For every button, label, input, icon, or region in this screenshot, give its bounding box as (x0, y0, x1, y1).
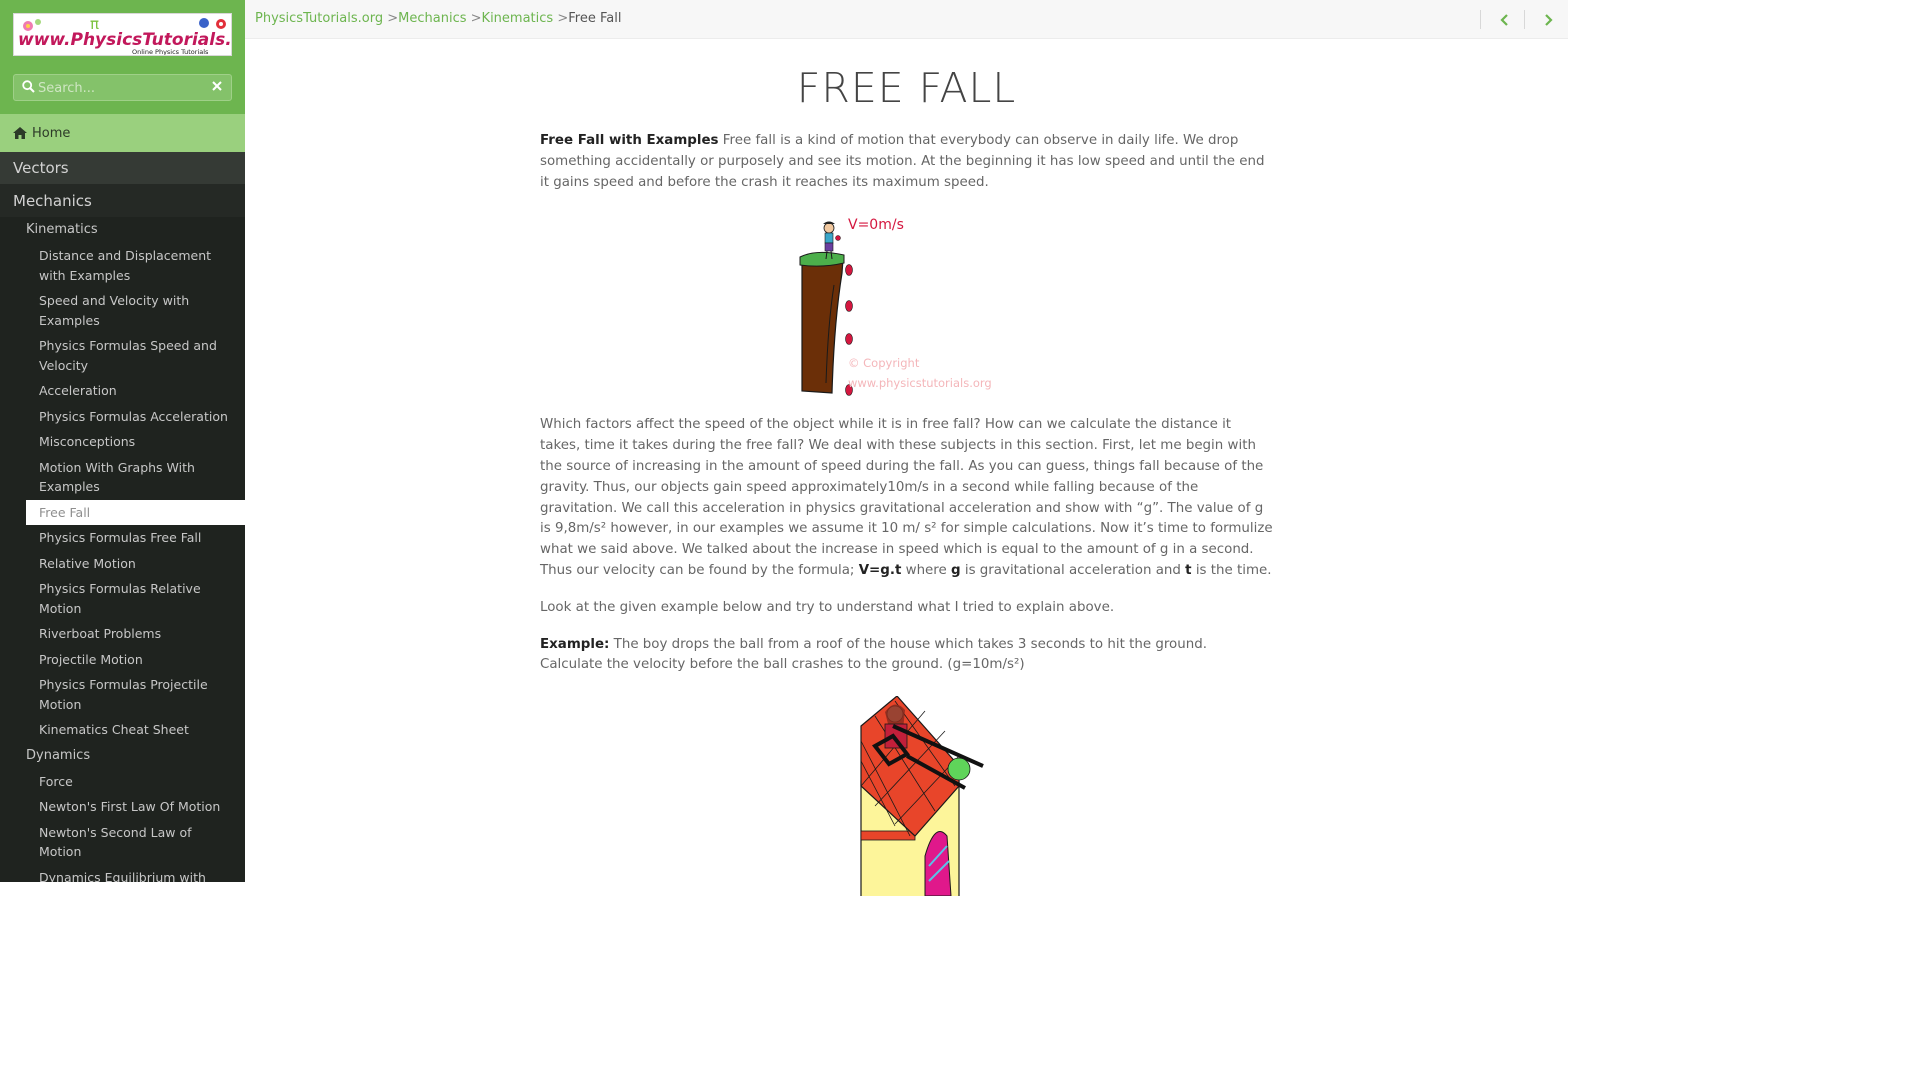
sidebar-item-dynamics[interactable]: Dynamics (0, 743, 245, 769)
explanation-paragraph: Which factors affect the speed of the ob… (540, 415, 1273, 581)
initial-velocity-label: V=0m/s (848, 217, 904, 233)
breadcrumb-mechanics-link[interactable]: Mechanics (398, 11, 466, 26)
intro-bold: Free Fall with Examples (540, 133, 719, 148)
sidebar-item-cheat-sheet[interactable]: Kinematics Cheat Sheet (0, 717, 245, 743)
explanation-where: where (901, 562, 951, 578)
chevron-left-icon (1500, 14, 1508, 26)
sidebar-item-kinematics[interactable]: Kinematics (0, 217, 245, 243)
ball-position-2 (845, 300, 853, 313)
example-paragraph: Example: The boy drops the ball from a r… (540, 635, 1273, 677)
sidebar-item-acceleration[interactable]: Acceleration (0, 378, 245, 404)
sidebar-item-dynamics-equilibrium[interactable]: Dynamics Equilibrium with (0, 865, 245, 883)
velocity-formula: V=g.t (858, 562, 902, 578)
sidebar-item-mechanics[interactable]: Mechanics (0, 184, 245, 217)
previous-page-button[interactable] (1495, 10, 1515, 30)
sidebar-item-label: Vectors (13, 159, 69, 177)
instruction-paragraph: Look at the given example below and try … (540, 599, 1115, 615)
home-icon (13, 127, 27, 139)
sidebar-item-home-label: Home (32, 125, 71, 141)
sidebar-item-label: Mechanics (13, 191, 92, 210)
sidebar: π www.PhysicsTutorials.org Online Physic… (0, 0, 245, 882)
breadcrumb: PhysicsTutorials.org >Mechanics >Kinemat… (255, 11, 621, 26)
breadcrumb-kinematics-link[interactable]: Kinematics (482, 11, 554, 26)
grass-shape (799, 252, 845, 268)
explanation-end: is the time. (1191, 562, 1272, 578)
ball-position-1 (845, 264, 853, 277)
sidebar-item-relative-motion[interactable]: Relative Motion (0, 551, 245, 577)
sidebar-item-vectors[interactable]: Vectors (0, 152, 245, 184)
breadcrumb-root-link[interactable]: PhysicsTutorials.org (255, 11, 383, 26)
mechanics-submenu: Kinematics Distance and Displacement wit… (0, 217, 245, 882)
breadcrumb-separator: > (557, 11, 569, 26)
copyright-watermark-url: www.physicstutorials.org (848, 376, 992, 390)
symbol-g: g (951, 562, 961, 578)
intro-paragraph: Free Fall with Examples Free fall is a k… (540, 131, 1273, 193)
sidebar-item-home[interactable]: Home (0, 114, 245, 152)
house-roof-figure (860, 696, 984, 897)
sidebar-item-newton-second[interactable]: Newton's Second Law of Motion (0, 820, 245, 865)
breadcrumb-current: Free Fall (568, 11, 622, 26)
sidebar-nav: Vectors Mechanics Kinematics Distance an… (0, 152, 245, 882)
topbar: PhysicsTutorials.org >Mechanics >Kinemat… (245, 0, 1568, 39)
search-input[interactable] (38, 78, 203, 98)
sidebar-item-distance-displacement[interactable]: Distance and Displacement with Examples (0, 243, 245, 288)
cliff-shape (801, 255, 844, 395)
copyright-watermark: © Copyright (848, 356, 920, 370)
chevron-right-icon (1545, 14, 1553, 26)
breadcrumb-separator: > (387, 11, 399, 26)
falling-ball (947, 757, 971, 781)
explanation-text: Which factors affect the speed of the ob… (540, 417, 1273, 578)
search-box (13, 74, 232, 101)
free-fall-cliff-figure: V=0m/s © Copyright www.physicstutorials.… (799, 217, 992, 397)
sidebar-item-misconceptions[interactable]: Misconceptions (0, 429, 245, 455)
clear-search-icon[interactable] (211, 80, 223, 92)
ball-position-3 (845, 333, 853, 346)
example-text: The boy drops the ball from a roof of th… (540, 636, 1207, 673)
explanation-grav: is gravitational acceleration and (960, 562, 1186, 578)
search-icon (22, 80, 35, 93)
sidebar-item-formulas-relative-motion[interactable]: Physics Formulas Relative Motion (0, 576, 245, 621)
logo-subtext: Online Physics Tutorials (132, 48, 209, 56)
example-label: Example: (540, 636, 610, 652)
divider (1480, 10, 1481, 29)
sidebar-item-formulas-speed-velocity[interactable]: Physics Formulas Speed and Velocity (0, 333, 245, 378)
sidebar-item-riverboat[interactable]: Riverboat Problems (0, 621, 245, 647)
sidebar-item-formulas-projectile[interactable]: Physics Formulas Projectile Motion (0, 672, 245, 717)
breadcrumb-separator: > (470, 11, 482, 26)
sidebar-item-formulas-free-fall[interactable]: Physics Formulas Free Fall (0, 525, 245, 551)
sidebar-header: π www.PhysicsTutorials.org Online Physic… (0, 0, 245, 114)
sidebar-item-force[interactable]: Force (0, 769, 245, 795)
house-ledge (860, 830, 916, 841)
site-logo[interactable]: π www.PhysicsTutorials.org Online Physic… (13, 13, 232, 56)
next-page-button[interactable] (1538, 10, 1558, 30)
sidebar-item-projectile-motion[interactable]: Projectile Motion (0, 647, 245, 673)
sidebar-item-formulas-acceleration[interactable]: Physics Formulas Acceleration (0, 404, 245, 430)
sidebar-item-speed-velocity[interactable]: Speed and Velocity with Examples (0, 288, 245, 333)
logo-text: www.PhysicsTutorials.org (18, 30, 232, 50)
sidebar-item-motion-graphs[interactable]: Motion With Graphs With Examples (0, 455, 245, 500)
sidebar-item-newton-first[interactable]: Newton's First Law Of Motion (0, 794, 245, 820)
page-title: FREE FALL (796, 64, 1017, 112)
main-content: FREE FALL Free Fall with Examples Free f… (540, 39, 1273, 897)
divider (1524, 10, 1525, 29)
sidebar-item-free-fall[interactable]: Free Fall (26, 499, 245, 525)
